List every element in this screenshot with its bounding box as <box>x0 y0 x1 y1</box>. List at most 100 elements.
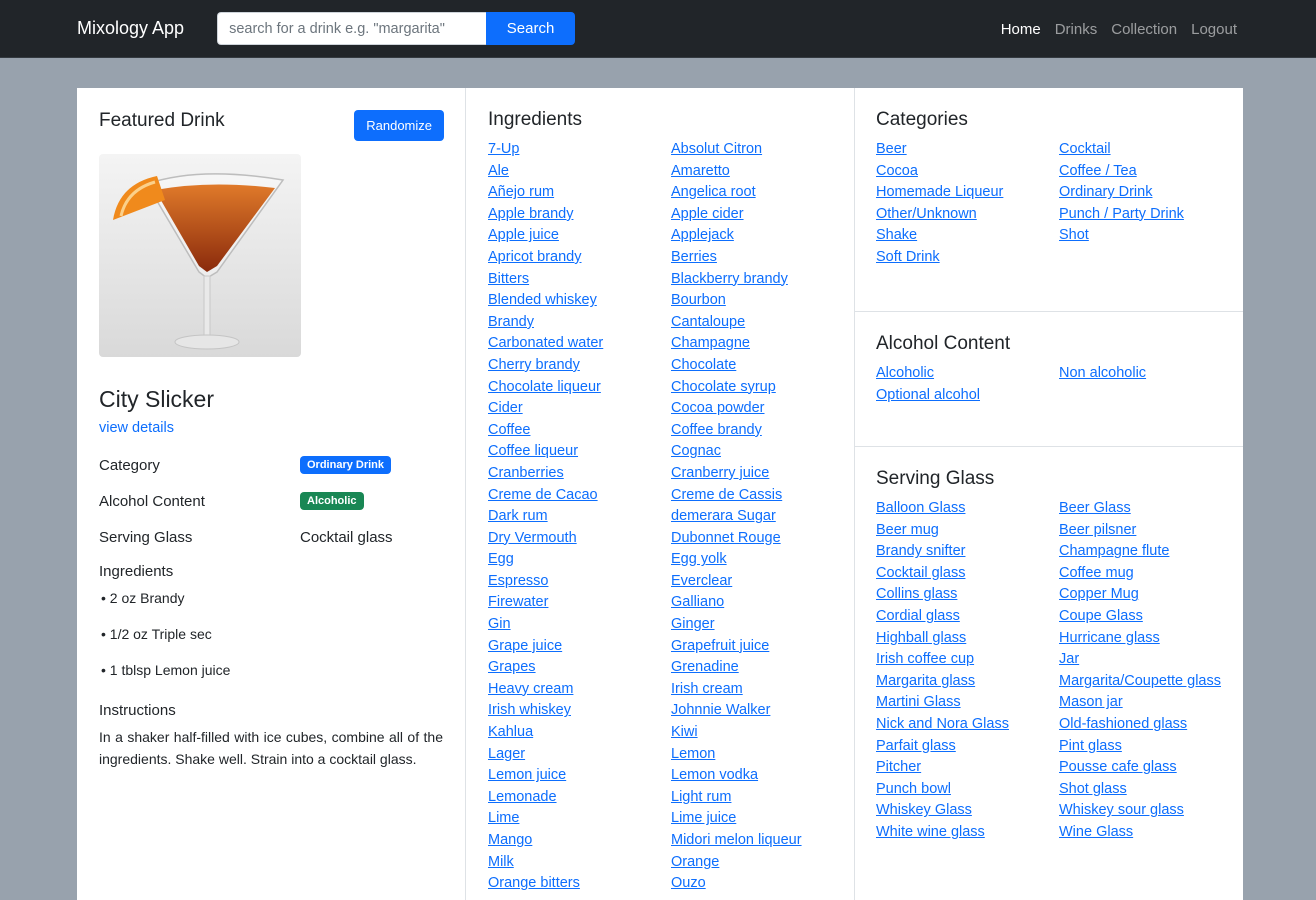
ingredient-link[interactable]: Everclear <box>671 571 854 593</box>
nav-collection[interactable]: Collection <box>1111 21 1177 38</box>
search-button[interactable]: Search <box>486 12 576 45</box>
ingredient-link[interactable]: Ginger <box>671 614 854 636</box>
glass-link[interactable]: Mason jar <box>1059 692 1242 714</box>
glass-link[interactable]: Beer mug <box>876 520 1059 542</box>
ingredient-link[interactable]: Apricot brandy <box>488 247 671 269</box>
category-link[interactable]: Shake <box>876 225 1059 247</box>
glass-link[interactable]: Hurricane glass <box>1059 628 1242 650</box>
ingredient-link[interactable]: Egg yolk <box>671 549 854 571</box>
glass-link[interactable]: Brandy snifter <box>876 541 1059 563</box>
glass-link[interactable]: Parfait glass <box>876 736 1059 758</box>
category-link[interactable]: Punch / Party Drink <box>1059 204 1242 226</box>
category-link[interactable]: Homemade Liqueur <box>876 182 1059 204</box>
ingredient-link[interactable]: Lemon juice <box>488 765 671 787</box>
ingredient-link[interactable]: Galliano <box>671 592 854 614</box>
ingredient-link[interactable]: Blended whiskey <box>488 290 671 312</box>
ingredient-link[interactable]: Mango <box>488 830 671 852</box>
ingredient-link[interactable]: Grape juice <box>488 636 671 658</box>
ingredient-link[interactable]: Apple cider <box>671 204 854 226</box>
glass-link[interactable]: Pint glass <box>1059 736 1242 758</box>
ingredient-link[interactable]: Milk <box>488 852 671 874</box>
glass-link[interactable]: Whiskey Glass <box>876 800 1059 822</box>
category-link[interactable]: Cocoa <box>876 161 1059 183</box>
glass-link[interactable]: Cordial glass <box>876 606 1059 628</box>
ingredient-link[interactable]: Light rum <box>671 787 854 809</box>
ingredient-link[interactable]: Lemon vodka <box>671 765 854 787</box>
ingredient-link[interactable]: Bitters <box>488 269 671 291</box>
glass-link[interactable]: Beer pilsner <box>1059 520 1242 542</box>
ingredient-link[interactable]: Egg <box>488 549 671 571</box>
glass-link[interactable]: Irish coffee cup <box>876 649 1059 671</box>
ingredient-link[interactable]: Apple juice <box>488 225 671 247</box>
ingredient-link[interactable]: Grapefruit juice <box>671 636 854 658</box>
ingredient-link[interactable]: Lemon <box>671 744 854 766</box>
ingredient-link[interactable]: Chocolate syrup <box>671 377 854 399</box>
category-link[interactable]: Soft Drink <box>876 247 1059 269</box>
ingredient-link[interactable]: Cherry brandy <box>488 355 671 377</box>
ingredient-link[interactable]: Apple brandy <box>488 204 671 226</box>
ingredient-link[interactable]: Orange bitters <box>488 873 671 895</box>
ingredient-link[interactable]: Coffee <box>488 420 671 442</box>
ingredient-link[interactable]: Coffee liqueur <box>488 441 671 463</box>
ingredient-link[interactable]: Cantaloupe <box>671 312 854 334</box>
nav-logout[interactable]: Logout <box>1191 21 1237 38</box>
glass-link[interactable]: Pitcher <box>876 757 1059 779</box>
glass-link[interactable]: Martini Glass <box>876 692 1059 714</box>
ingredient-link[interactable]: Cranberries <box>488 463 671 485</box>
ingredient-link[interactable]: Grapes <box>488 657 671 679</box>
ingredient-link[interactable]: Midori melon liqueur <box>671 830 854 852</box>
ingredient-link[interactable]: Champagne <box>671 333 854 355</box>
glass-link[interactable]: Nick and Nora Glass <box>876 714 1059 736</box>
ingredient-link[interactable]: demerara Sugar <box>671 506 854 528</box>
ingredient-link[interactable]: Creme de Cassis <box>671 485 854 507</box>
glass-link[interactable]: Old-fashioned glass <box>1059 714 1242 736</box>
nav-drinks[interactable]: Drinks <box>1055 21 1098 38</box>
glass-link[interactable]: Whiskey sour glass <box>1059 800 1242 822</box>
ingredient-link[interactable]: 7-Up <box>488 139 671 161</box>
glass-link[interactable]: Pousse cafe glass <box>1059 757 1242 779</box>
ingredient-link[interactable]: Espresso <box>488 571 671 593</box>
glass-link[interactable]: Coffee mug <box>1059 563 1242 585</box>
ingredient-link[interactable]: Carbonated water <box>488 333 671 355</box>
ingredient-link[interactable]: Irish whiskey <box>488 700 671 722</box>
ingredient-link[interactable]: Bourbon <box>671 290 854 312</box>
alcohol-link[interactable]: Alcoholic <box>876 363 1059 385</box>
glass-link[interactable]: Punch bowl <box>876 779 1059 801</box>
glass-link[interactable]: Balloon Glass <box>876 498 1059 520</box>
ingredient-link[interactable]: Applejack <box>671 225 854 247</box>
category-link[interactable]: Shot <box>1059 225 1242 247</box>
ingredient-link[interactable]: Dark rum <box>488 506 671 528</box>
ingredient-link[interactable]: Heavy cream <box>488 679 671 701</box>
ingredient-link[interactable]: Irish cream <box>671 679 854 701</box>
ingredient-link[interactable]: Kiwi <box>671 722 854 744</box>
ingredient-link[interactable]: Lime <box>488 808 671 830</box>
ingredient-link[interactable]: Cranberry juice <box>671 463 854 485</box>
ingredient-link[interactable]: Dry Vermouth <box>488 528 671 550</box>
search-input[interactable] <box>217 12 487 45</box>
ingredient-link[interactable]: Ouzo <box>671 873 854 895</box>
ingredient-link[interactable]: Ale <box>488 161 671 183</box>
glass-link[interactable]: Cocktail glass <box>876 563 1059 585</box>
ingredient-link[interactable]: Añejo rum <box>488 182 671 204</box>
ingredient-link[interactable]: Firewater <box>488 592 671 614</box>
ingredient-link[interactable]: Dubonnet Rouge <box>671 528 854 550</box>
alcohol-link[interactable]: Optional alcohol <box>876 385 1059 407</box>
glass-link[interactable]: White wine glass <box>876 822 1059 844</box>
ingredient-link[interactable]: Orange <box>671 852 854 874</box>
ingredient-link[interactable]: Coffee brandy <box>671 420 854 442</box>
ingredient-link[interactable]: Angelica root <box>671 182 854 204</box>
ingredient-link[interactable]: Gin <box>488 614 671 636</box>
ingredient-link[interactable]: Grenadine <box>671 657 854 679</box>
ingredient-link[interactable]: Cider <box>488 398 671 420</box>
category-link[interactable]: Ordinary Drink <box>1059 182 1242 204</box>
randomize-button[interactable]: Randomize <box>354 110 444 141</box>
category-link[interactable]: Coffee / Tea <box>1059 161 1242 183</box>
glass-link[interactable]: Margarita/Coupette glass <box>1059 671 1242 693</box>
ingredient-link[interactable]: Kahlua <box>488 722 671 744</box>
ingredient-link[interactable]: Amaretto <box>671 161 854 183</box>
category-link[interactable]: Cocktail <box>1059 139 1242 161</box>
ingredient-link[interactable]: Brandy <box>488 312 671 334</box>
glass-link[interactable]: Wine Glass <box>1059 822 1242 844</box>
ingredient-link[interactable]: Blackberry brandy <box>671 269 854 291</box>
glass-link[interactable]: Shot glass <box>1059 779 1242 801</box>
